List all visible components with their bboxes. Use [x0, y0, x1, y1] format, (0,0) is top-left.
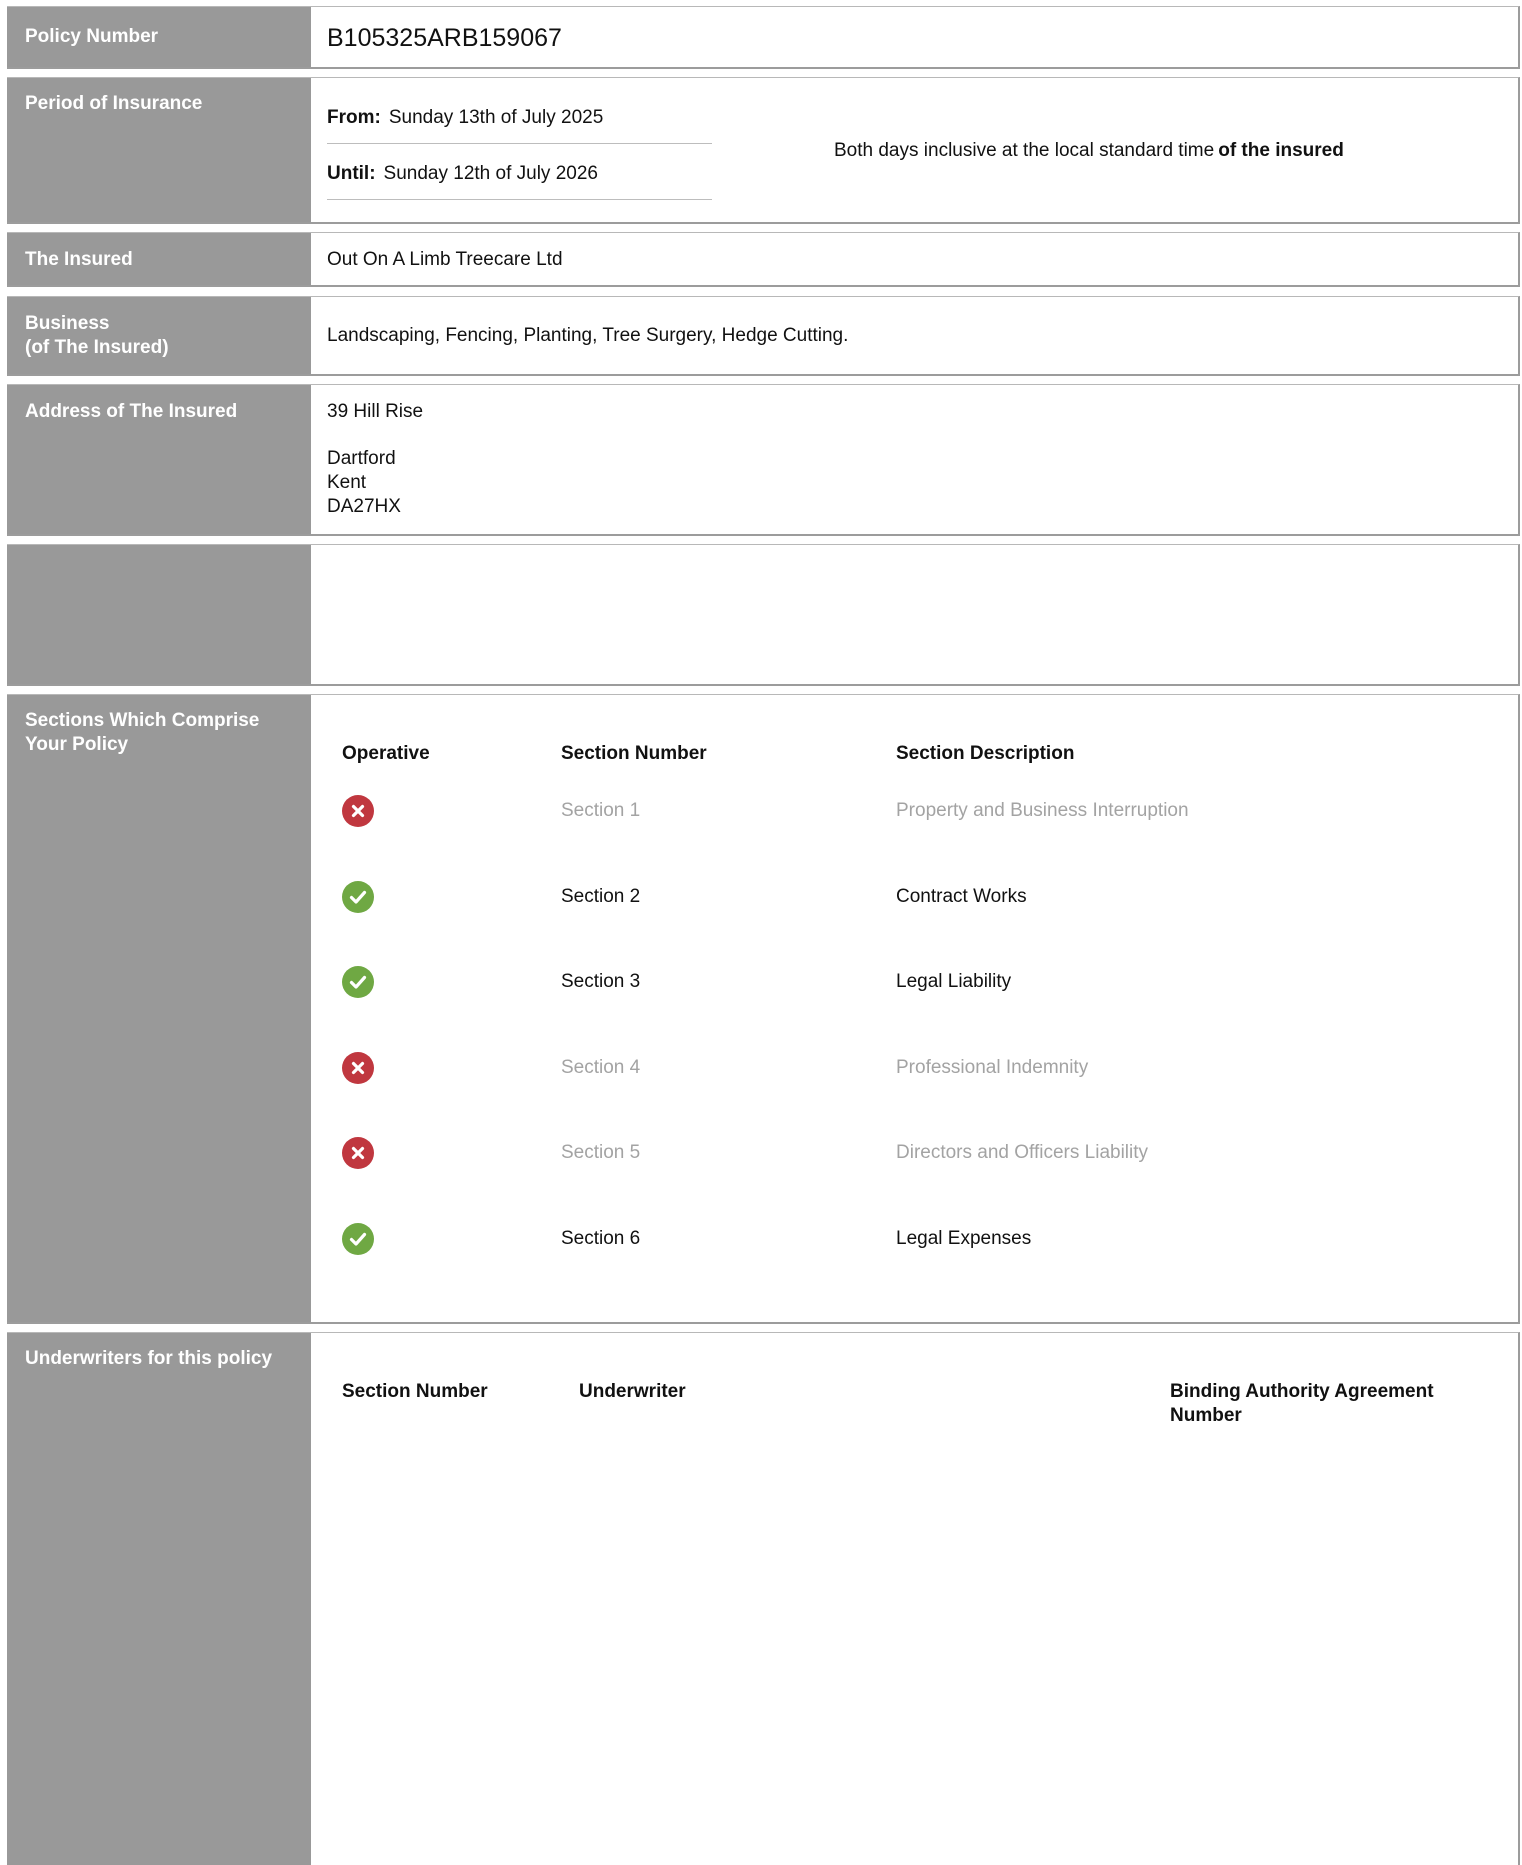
section-description: Directors and Officers Liability [896, 1142, 1149, 1163]
section-description: Professional Indemnity [896, 1057, 1089, 1078]
business-label-line1: Business [25, 313, 110, 334]
sections-label: Sections Which Comprise Your Policy [7, 695, 311, 1322]
insured-row: The Insured Out On A Limb Treecare Ltd [7, 232, 1520, 287]
business-row: Business (of The Insured) Landscaping, F… [7, 296, 1520, 376]
section-number: Section 6 [561, 1228, 641, 1249]
cross-circle-icon [342, 1052, 374, 1084]
uw-header-section-number: Section Number [342, 1381, 488, 1402]
section-number: Section 3 [561, 971, 641, 992]
business-label-line2: (of The Insured) [25, 337, 169, 358]
address-line1: 39 Hill Rise [327, 401, 424, 422]
address-label: Address of The Insured [7, 385, 311, 534]
period-inclusive-note: Both days inclusive at the local standar… [834, 139, 1344, 163]
business-value: Landscaping, Fencing, Planting, Tree Sur… [327, 325, 849, 346]
sections-content: Operative Section Number Section Descrip… [311, 695, 1518, 1322]
check-circle-icon [342, 966, 374, 998]
check-circle-icon [342, 1223, 374, 1255]
insured-label: The Insured [7, 233, 311, 285]
empty-label [7, 545, 311, 684]
uw-header-baa-line1: Binding Authority Agreement [1170, 1381, 1434, 1402]
address-line4: DA27HX [327, 496, 401, 517]
section-row: Section 5 Directors and Officers Liabilit… [342, 1133, 1492, 1173]
check-circle-icon [342, 881, 374, 913]
uw-header-baa-number: Binding Authority Agreement Number [1170, 1380, 1434, 1428]
section-description: Legal Expenses [896, 1228, 1032, 1249]
address-line2: Dartford [327, 448, 396, 469]
insured-value: Out On A Limb Treecare Ltd [327, 249, 563, 270]
address-line3: Kent [327, 472, 367, 493]
address-row: Address of The Insured 39 Hill Rise Dart… [7, 384, 1520, 536]
underwriters-content: Section Number Underwriter Binding Autho… [311, 1333, 1518, 1865]
period-from: From: Sunday 13th of July 2025 [327, 88, 712, 144]
cross-circle-icon [342, 795, 374, 827]
section-description: Legal Liability [896, 971, 1012, 992]
period-note-bold: of the insured [1218, 140, 1344, 161]
policy-number-value: B105325ARB159067 [327, 24, 562, 52]
address-value: 39 Hill Rise Dartford Kent DA27HX [311, 385, 1518, 534]
sections-row: Sections Which Comprise Your Policy Oper… [7, 694, 1520, 1324]
underwriters-label: Underwriters for this policy [7, 1333, 311, 1865]
uw-header-underwriter: Underwriter [579, 1381, 686, 1402]
period-until-label: Until: [327, 163, 376, 184]
period-of-insurance-row: Period of Insurance From: Sunday 13th of … [7, 77, 1520, 224]
empty-row [7, 544, 1520, 686]
business-label: Business (of The Insured) [7, 297, 311, 374]
section-description: Property and Business Interruption [896, 800, 1189, 821]
section-description: Contract Works [896, 886, 1027, 907]
policy-number-label: Policy Number [7, 7, 311, 67]
section-row: Section 3 Legal Liability [342, 962, 1492, 1002]
section-row: Section 2 Contract Works [342, 877, 1492, 917]
header-operative: Operative [342, 743, 430, 764]
underwriters-row: Underwriters for this policy Section Num… [7, 1332, 1520, 1865]
header-section-description: Section Description [896, 743, 1075, 764]
period-from-value: Sunday 13th of July 2025 [388, 107, 604, 128]
period-until-value: Sunday 12th of July 2026 [383, 163, 598, 184]
section-row: Section 4 Professional Indemnity [342, 1048, 1492, 1088]
period-from-label: From: [327, 107, 381, 128]
cross-circle-icon [342, 1137, 374, 1169]
section-number: Section 2 [561, 886, 641, 907]
period-of-insurance-content: From: Sunday 13th of July 2025 Until: Sund… [311, 78, 1518, 222]
policy-number-row: Policy Number B105325ARB159067 [7, 6, 1520, 69]
period-until: Until: Sunday 12th of July 2026 [327, 144, 712, 200]
period-note-text: Both days inclusive at the local standar… [834, 140, 1215, 161]
section-row: Section 6 Legal Expenses [342, 1219, 1492, 1259]
section-row: Section 1 Property and Business Interrupt… [342, 791, 1492, 831]
header-section-number: Section Number [561, 743, 707, 764]
uw-header-baa-line2: Number [1170, 1405, 1242, 1426]
section-number: Section 1 [561, 800, 641, 821]
period-of-insurance-label: Period of Insurance [7, 78, 311, 222]
section-number: Section 5 [561, 1142, 641, 1163]
section-number: Section 4 [561, 1057, 641, 1078]
empty-content [311, 545, 1518, 684]
